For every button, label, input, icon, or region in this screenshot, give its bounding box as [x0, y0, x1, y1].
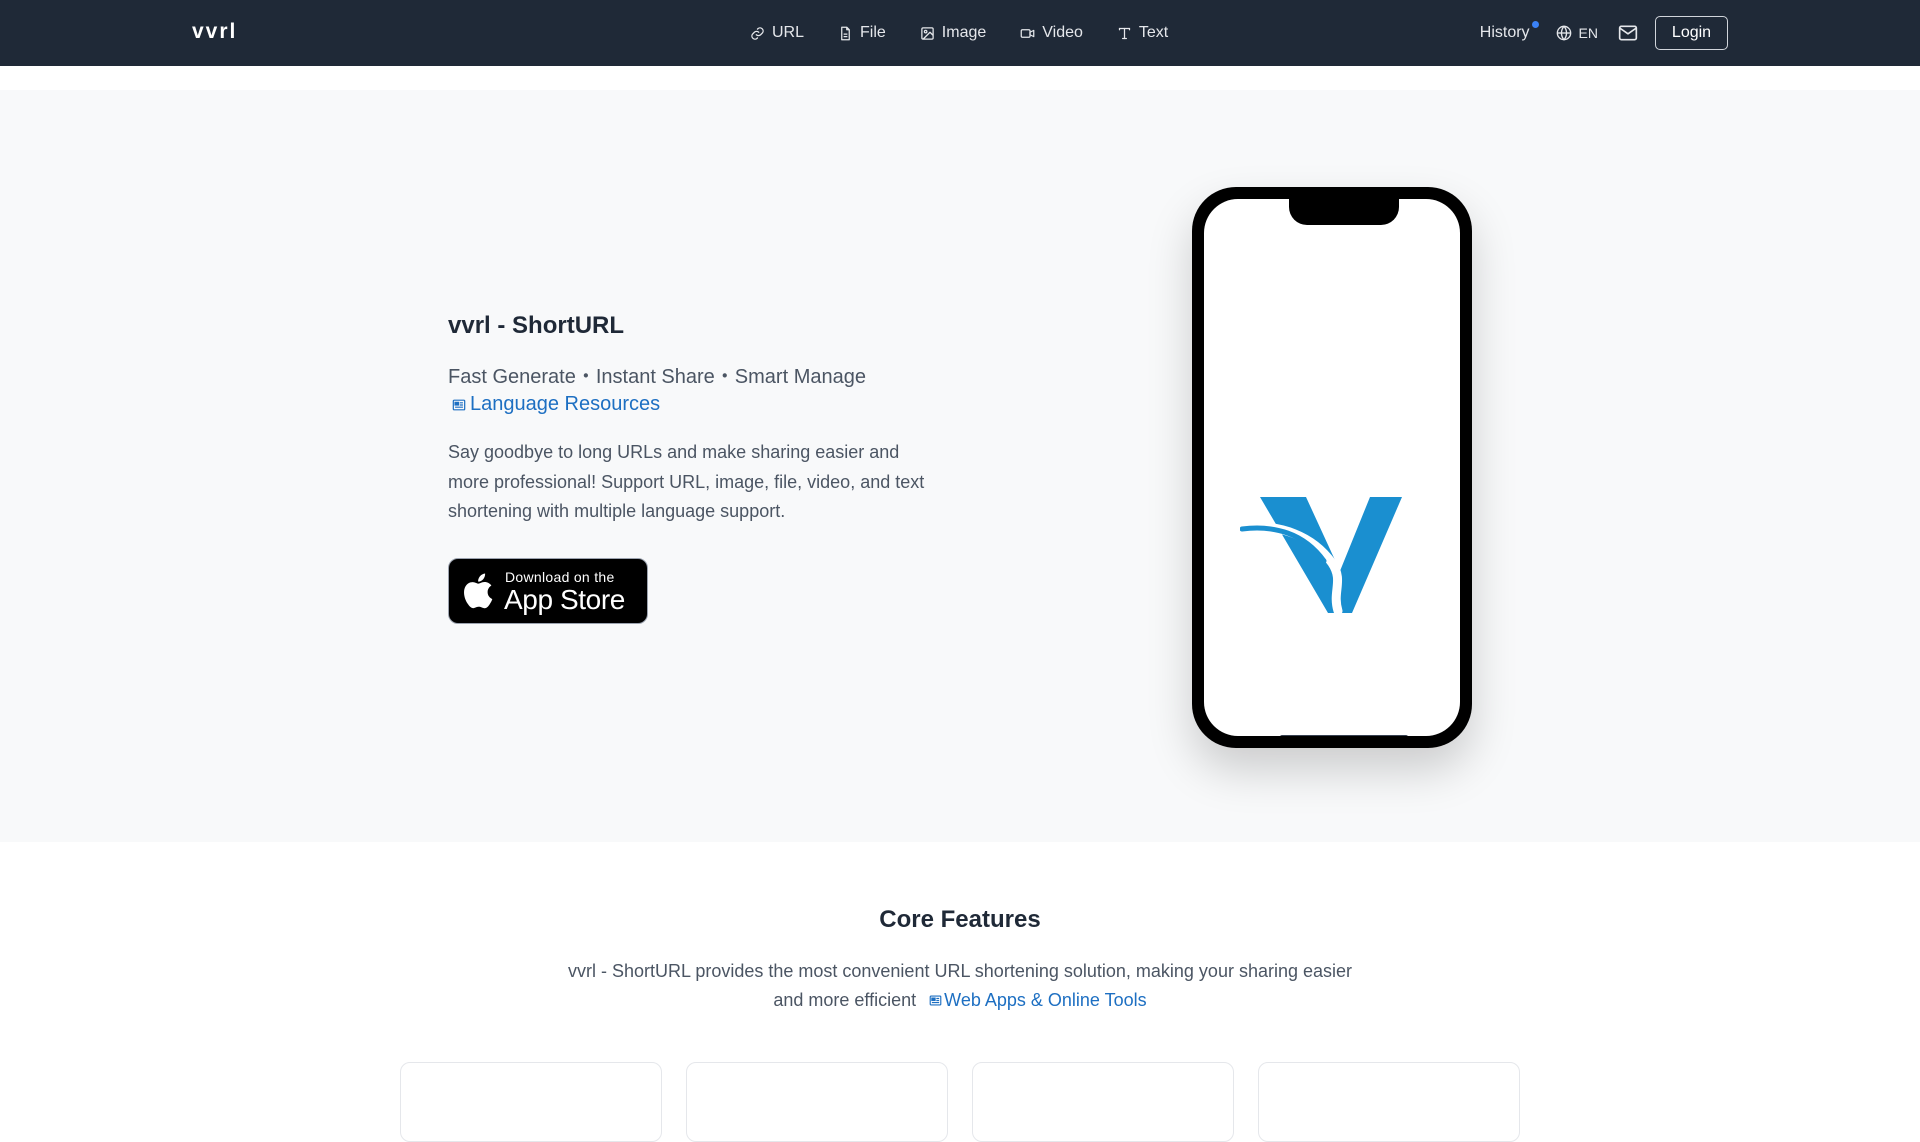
nav-image-label: Image — [941, 24, 987, 41]
phone-mockup — [1192, 187, 1472, 748]
text-icon — [1118, 27, 1131, 39]
file-icon — [841, 26, 850, 40]
language-resources-link[interactable]: Language Resources — [452, 393, 660, 416]
nav-video[interactable]: Video — [1020, 24, 1083, 42]
phone-notch — [1289, 199, 1399, 225]
app-store-line1: Download on the — [505, 569, 615, 585]
nav-file-label: File — [860, 24, 886, 41]
login-button[interactable]: Login — [1655, 16, 1728, 50]
nav-text[interactable]: Text — [1117, 24, 1168, 42]
nav-url[interactable]: URL — [750, 24, 804, 42]
core-features-section: Core Features vvrl - ShortURL provides t… — [0, 842, 1920, 1142]
apple-icon — [464, 573, 493, 609]
hero-description: Say goodbye to long URLs and make sharin… — [448, 442, 925, 521]
mail-icon — [1618, 25, 1638, 41]
history-link[interactable]: History — [1479, 21, 1539, 42]
nav-image[interactable]: Image — [920, 24, 986, 42]
newspaper-icon — [452, 399, 466, 410]
brand-logo[interactable]: vvrl — [192, 20, 237, 44]
phone-screen — [1204, 199, 1460, 736]
phone-home-indicator — [1280, 735, 1408, 736]
feature-card — [400, 1062, 662, 1142]
main-nav: URL File Image Video Text — [750, 0, 1168, 66]
web-apps-link[interactable]: Web Apps & Online Tools — [929, 990, 1147, 1010]
app-store-line2: App Store — [504, 584, 625, 615]
feature-card — [686, 1062, 948, 1142]
nav-video-label: Video — [1042, 24, 1083, 41]
hero-section: vvrl - ShortURL Fast Generate・Instant Sh… — [0, 90, 1920, 842]
nav-file[interactable]: File — [838, 24, 886, 42]
feature-cards — [400, 1062, 1520, 1142]
features-description: vvrl - ShortURL provides the most conven… — [560, 957, 1360, 1015]
mail-button[interactable] — [1618, 23, 1638, 43]
notification-dot — [1531, 21, 1539, 28]
web-apps-label: Web Apps & Online Tools — [944, 990, 1147, 1010]
globe-icon — [1556, 25, 1571, 41]
nav-text-label: Text — [1138, 24, 1169, 41]
vvrl-logo-icon — [1240, 497, 1402, 616]
hero-title: vvrl - ShortURL — [448, 312, 625, 339]
nav-right-group: History EN Login — [1480, 0, 1728, 66]
top-navbar: vvrl URL File Image Video Text History E… — [0, 0, 1920, 66]
app-store-button[interactable]: Download on the App Store — [448, 558, 648, 624]
language-resources-label: Language Resources — [470, 393, 661, 415]
history-label: History — [1479, 24, 1530, 41]
language-selector[interactable]: EN — [1556, 25, 1598, 41]
nav-url-label: URL — [772, 24, 805, 41]
feature-card — [972, 1062, 1234, 1142]
newspaper-icon — [929, 995, 942, 1006]
image-icon — [921, 26, 934, 40]
features-title: Core Features — [879, 906, 1041, 933]
video-icon — [1020, 28, 1035, 38]
hero-tagline: Fast Generate・Instant Share・Smart Manage — [448, 366, 866, 388]
feature-card — [1258, 1062, 1520, 1142]
language-label: EN — [1578, 25, 1598, 41]
link-icon — [751, 26, 764, 40]
